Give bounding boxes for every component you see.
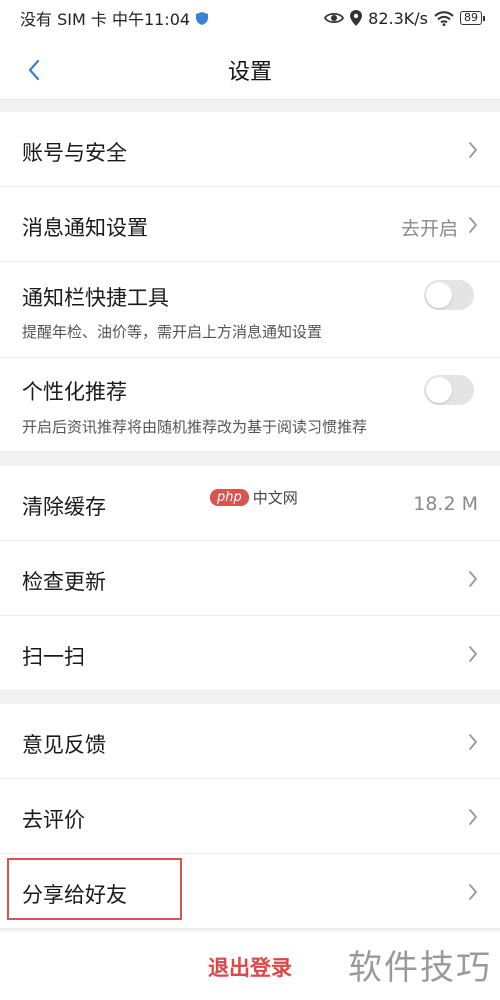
settings-item-personalized: 个性化推荐 开启后资讯推荐将由随机推荐改为基于阅读习惯推荐 xyxy=(0,358,500,452)
settings-item-scan[interactable]: 扫一扫 xyxy=(0,616,500,691)
php-watermark: php 中文网 xyxy=(210,487,298,508)
settings-item-label: 去评价 xyxy=(22,808,85,832)
php-watermark-badge: php xyxy=(210,489,249,506)
settings-item-label: 检查更新 xyxy=(22,570,106,594)
settings-item-label: 账号与安全 xyxy=(22,141,127,165)
chevron-right-icon xyxy=(469,809,477,825)
settings-item-label: 消息通知设置 xyxy=(22,216,148,240)
network-speed: 82.3K/s xyxy=(368,8,428,28)
status-bar: 没有 SIM 卡 中午11:04 82.3K/s 89 xyxy=(0,0,500,36)
wifi-icon xyxy=(434,10,454,26)
chevron-right-icon xyxy=(469,217,477,233)
personalized-toggle[interactable] xyxy=(424,375,474,405)
chevron-right-icon xyxy=(469,142,477,158)
settings-item-description: 提醒年检、油价等，需开启上方消息通知设置 xyxy=(22,323,323,341)
status-right: 82.3K/s 89 xyxy=(324,8,485,28)
status-left: 没有 SIM 卡 中午11:04 xyxy=(20,6,209,30)
chevron-right-icon xyxy=(469,571,477,587)
toggle-knob xyxy=(426,282,452,308)
settings-item-notify-tool: 通知栏快捷工具 提醒年检、油价等，需开启上方消息通知设置 xyxy=(0,262,500,358)
chevron-right-icon xyxy=(469,734,477,750)
share-highlight-box xyxy=(7,858,182,920)
php-watermark-text: 中文网 xyxy=(252,489,298,507)
notification-status-value: 去开启 xyxy=(400,218,458,240)
settings-item-update[interactable]: 检查更新 xyxy=(0,541,500,616)
chevron-right-icon xyxy=(469,884,477,900)
settings-item-account[interactable]: 账号与安全 xyxy=(0,112,500,187)
page-title: 设置 xyxy=(227,60,272,85)
battery-icon: 89 xyxy=(460,11,485,25)
chevron-right-icon xyxy=(469,646,477,662)
settings-item-label: 通知栏快捷工具 xyxy=(22,286,169,310)
shield-icon xyxy=(196,11,209,25)
eye-icon xyxy=(324,12,345,24)
nav-bar: 设置 xyxy=(0,36,500,100)
settings-item-rate[interactable]: 去评价 xyxy=(0,779,500,854)
settings-item-label: 意见反馈 xyxy=(22,733,106,757)
settings-item-label: 清除缓存 xyxy=(22,495,106,519)
settings-item-notification[interactable]: 消息通知设置 去开启 xyxy=(0,187,500,262)
notify-tool-toggle[interactable] xyxy=(424,280,474,310)
corner-watermark: 软件技巧 xyxy=(348,948,492,988)
settings-item-description: 开启后资讯推荐将由随机推荐改为基于阅读习惯推荐 xyxy=(22,418,368,436)
toggle-knob xyxy=(426,377,452,403)
cache-size-value: 18.2 M xyxy=(413,493,478,515)
status-carrier-time: 没有 SIM 卡 中午11:04 xyxy=(20,10,191,29)
settings-item-label: 个性化推荐 xyxy=(22,380,127,404)
settings-item-feedback[interactable]: 意见反馈 xyxy=(0,704,500,779)
location-icon xyxy=(350,10,363,26)
settings-item-label: 扫一扫 xyxy=(22,645,85,669)
